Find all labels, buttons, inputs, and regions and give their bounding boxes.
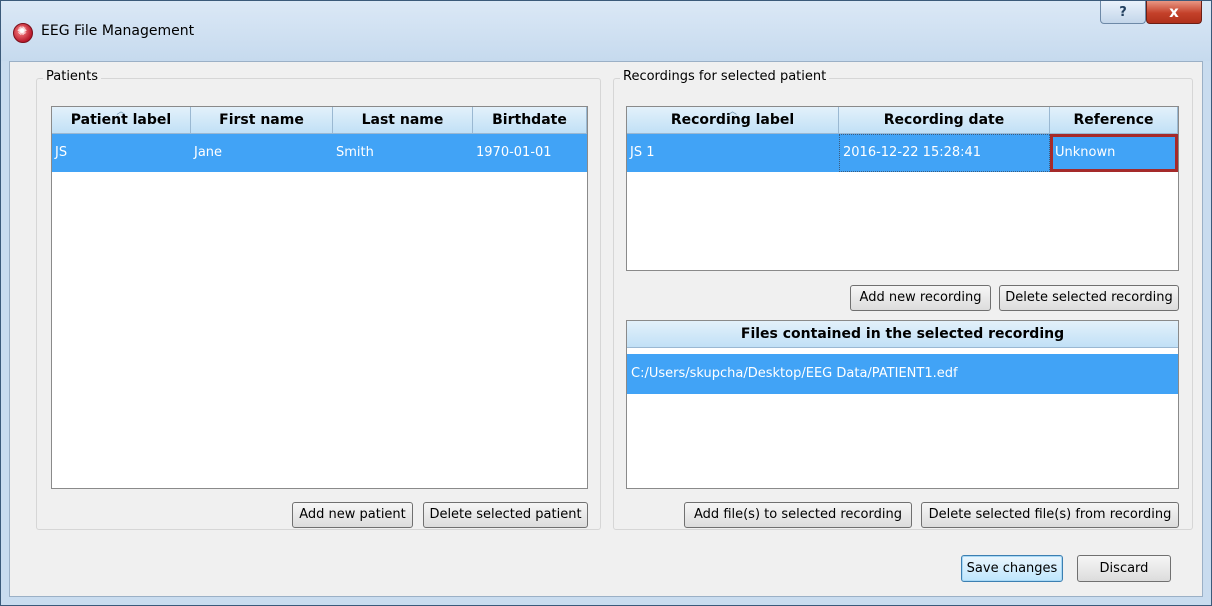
files-table[interactable]: Files contained in the selected recordin… [626, 320, 1179, 489]
file-row[interactable]: C:/Users/skupcha/Desktop/EEG Data/PATIEN… [627, 354, 1178, 394]
recordings-group-title: Recordings for selected patient [620, 69, 830, 84]
recording-date-cell[interactable]: 2016-12-22 15:28:41 [839, 134, 1050, 172]
delete-recording-button[interactable]: Delete selected recording [999, 285, 1179, 311]
patients-col-first-name-text: First name [219, 112, 304, 128]
sort-ascending-icon: ︿ [116, 107, 126, 117]
recordings-col-reference[interactable]: Reference [1050, 107, 1178, 134]
save-changes-button[interactable]: Save changes [961, 555, 1063, 582]
recordings-group: Recordings for selected patient ︿ Record… [613, 69, 1193, 530]
sort-ascending-icon: ︿ [727, 107, 738, 117]
close-icon: x [1169, 3, 1179, 21]
patient-first-name-cell[interactable]: Jane [191, 134, 333, 172]
add-recording-button[interactable]: Add new recording [850, 285, 991, 311]
recordings-col-date[interactable]: Recording date [839, 107, 1050, 134]
file-path-cell[interactable]: C:/Users/skupcha/Desktop/EEG Data/PATIEN… [627, 354, 1178, 394]
patients-group: Patients ︿ Patient label First name Last… [36, 69, 601, 530]
recording-row[interactable]: JS 1 2016-12-22 15:28:41 Unknown [627, 134, 1178, 172]
recording-reference-cell[interactable]: Unknown [1050, 134, 1178, 172]
recordings-col-date-text: Recording date [883, 112, 1005, 128]
patient-label-cell[interactable]: JS [52, 134, 191, 172]
discard-button[interactable]: Discard [1077, 555, 1171, 582]
files-col-header[interactable]: Files contained in the selected recordin… [627, 321, 1178, 348]
delete-patient-button[interactable]: Delete selected patient [423, 502, 588, 528]
recordings-col-reference-text: Reference [1073, 112, 1154, 128]
patient-row[interactable]: JS Jane Smith 1970-01-01 [52, 134, 587, 172]
delete-files-button[interactable]: Delete selected file(s) from recording [921, 502, 1179, 528]
patients-col-last-name-text: Last name [361, 112, 444, 128]
help-icon: ? [1119, 5, 1127, 20]
patients-col-birthdate[interactable]: Birthdate [473, 107, 587, 134]
patients-table[interactable]: ︿ Patient label First name Last name Bir… [51, 106, 588, 489]
eeg-app-icon [13, 23, 33, 43]
files-col-header-text: Files contained in the selected recordin… [740, 326, 1065, 342]
add-files-button[interactable]: Add file(s) to selected recording [684, 502, 912, 528]
eeg-file-management-window: EEG File Management ? x Patients ︿ Patie… [0, 0, 1212, 606]
patient-last-name-cell[interactable]: Smith [333, 134, 473, 172]
patients-col-last-name[interactable]: Last name [333, 107, 473, 134]
patients-col-birthdate-text: Birthdate [492, 112, 567, 128]
patients-col-first-name[interactable]: First name [191, 107, 333, 134]
dialog-content: Patients ︿ Patient label First name Last… [9, 61, 1203, 597]
window-title: EEG File Management [41, 23, 195, 39]
recordings-col-label[interactable]: ︿ Recording label [627, 107, 839, 134]
add-patient-button[interactable]: Add new patient [292, 502, 413, 528]
patients-col-patient-label[interactable]: ︿ Patient label [52, 107, 191, 134]
help-button[interactable]: ? [1100, 1, 1146, 24]
close-button[interactable]: x [1146, 1, 1202, 24]
patients-group-title: Patients [43, 69, 102, 84]
title-bar[interactable]: EEG File Management ? x [1, 1, 1211, 61]
recordings-table[interactable]: ︿ Recording label Recording date Referen… [626, 106, 1179, 271]
patient-birthdate-cell[interactable]: 1970-01-01 [473, 134, 587, 172]
recording-label-cell[interactable]: JS 1 [627, 134, 839, 172]
